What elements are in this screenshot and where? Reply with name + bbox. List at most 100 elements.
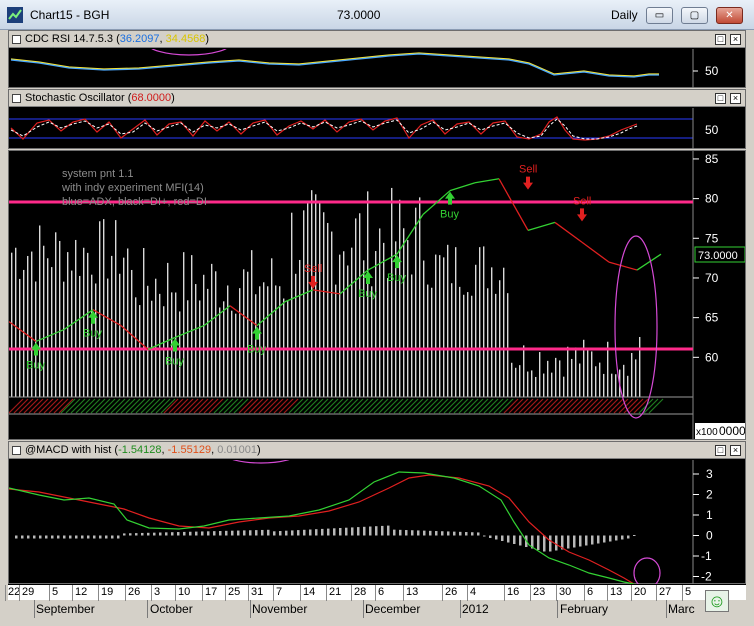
volume-bar	[467, 292, 469, 397]
month-label: 2012	[462, 602, 489, 616]
date-tick	[682, 585, 683, 601]
month-separator	[666, 600, 667, 618]
macd-hist-bar	[153, 532, 156, 536]
date-tick	[442, 585, 443, 601]
macd-hist-bar	[309, 529, 312, 536]
rsi-value-1: 36.2097	[119, 33, 160, 45]
macd-hist-bar	[39, 535, 42, 539]
pane-close-icon[interactable]: ×	[730, 34, 741, 45]
price-pane[interactable]: Buy Buy Buy Buy Sell Buy Buy Buy Sell Sell 85 80 75…	[8, 150, 746, 440]
macd-hist-bar	[357, 527, 360, 536]
date-tick-label: 27	[659, 586, 672, 598]
smiley-icon[interactable]: ☺	[705, 590, 729, 612]
sell-arrow-icon	[523, 176, 533, 190]
volume-bar	[271, 258, 273, 397]
month-label: December	[365, 602, 421, 616]
volume-bar	[67, 252, 69, 397]
macd-hist-bar	[453, 531, 456, 536]
volume-bar	[391, 187, 393, 397]
date-tick-label: 26	[128, 586, 141, 598]
svg-text:Sell: Sell	[519, 164, 537, 176]
stochastic-pane[interactable]: Stochastic Oscillator (68.0000) □ × 50	[8, 89, 746, 149]
macd-pane[interactable]: @MACD with hist (-1.54128, -1.55129, 0.0…	[8, 441, 746, 584]
macd-hist-bar	[459, 531, 462, 536]
volume-bar	[159, 293, 161, 397]
period-label[interactable]: Daily	[611, 8, 638, 22]
month-axis: September October November December 2012 Febr…	[8, 600, 746, 618]
pane-menu-icon[interactable]	[12, 94, 21, 103]
volume-bar	[191, 255, 193, 397]
macd-hist-bar	[633, 535, 636, 536]
macd-histogram	[15, 525, 636, 552]
svg-text:Buy: Buy	[440, 209, 459, 221]
volume-bar	[439, 255, 441, 397]
macd-hist-bar	[261, 529, 264, 536]
restore-button[interactable]: ▢	[681, 7, 708, 24]
volume-bar	[475, 264, 477, 397]
volume-bar	[155, 278, 157, 397]
svg-text:Buy: Buy	[165, 355, 184, 367]
volume-bar	[11, 252, 13, 397]
date-tick	[5, 585, 6, 601]
volume-bar	[431, 287, 433, 397]
macd-hist-bar	[255, 530, 258, 536]
pane-maximize-icon[interactable]: □	[715, 445, 726, 456]
macd-hist-bar	[615, 535, 618, 541]
pane-close-icon[interactable]: ×	[730, 445, 741, 456]
volume-bar	[351, 247, 353, 397]
macd-hist-bar	[597, 535, 600, 544]
macd-hist-bar	[123, 533, 126, 536]
date-tick-label: 6	[587, 586, 594, 598]
macd-axis-label: 0	[706, 529, 713, 543]
trend-band	[9, 398, 693, 415]
macd-hist-bar	[129, 533, 132, 536]
volume-bar	[523, 345, 525, 397]
macd-hist-bar	[621, 535, 624, 540]
macd-hist-bar	[291, 530, 294, 536]
macd-hist-bar	[207, 531, 210, 536]
volume-bar	[307, 201, 309, 397]
macd-hist-bar	[375, 526, 378, 536]
volume-bar	[235, 313, 237, 397]
close-button[interactable]: ✕	[716, 7, 743, 24]
volume-bar	[291, 212, 293, 397]
macd-pane-header: @MACD with hist (-1.54128, -1.55129, 0.0…	[9, 442, 745, 459]
macd-hist-bar	[603, 535, 606, 543]
volume-bar	[243, 269, 245, 397]
pane-maximize-icon[interactable]: □	[715, 93, 726, 104]
pane-close-icon[interactable]: ×	[730, 93, 741, 104]
minimize-button[interactable]: ▭	[646, 7, 673, 24]
price-segment	[608, 261, 638, 271]
volume-bar	[611, 373, 613, 397]
macd-hist-bar	[351, 527, 354, 536]
pane-menu-icon[interactable]	[12, 35, 21, 44]
rsi-pane[interactable]: CDC RSI 14.7.5.3 (36.2097, 34.4568) □ × …	[8, 30, 746, 88]
macd-hist-bar	[177, 532, 180, 536]
stochastic-k-line	[10, 116, 638, 141]
macd-hist-bar	[447, 531, 450, 536]
macd-axis-label: -2	[701, 570, 712, 584]
volume-bar	[443, 257, 445, 397]
volume-bar	[75, 239, 77, 397]
volume-bar	[539, 352, 541, 397]
macd-hist-bar	[243, 530, 246, 536]
macd-hist-bar	[579, 535, 582, 547]
volume-bar	[143, 248, 145, 397]
pane-menu-icon[interactable]	[12, 446, 21, 455]
date-tick	[72, 585, 73, 601]
pane-maximize-icon[interactable]: □	[715, 34, 726, 45]
date-tick	[656, 585, 657, 601]
volume-bar	[103, 219, 105, 397]
volume-bar	[219, 307, 221, 397]
macd-hist-bar	[237, 530, 240, 536]
macd-hist-bar	[501, 535, 504, 541]
volume-bar	[371, 286, 373, 397]
month-label: November	[252, 602, 308, 616]
macd-hist-bar	[189, 531, 192, 536]
volume-bar	[331, 231, 333, 397]
volume-bar	[543, 373, 545, 397]
date-tick-label: 3	[154, 586, 161, 598]
macd-hist-bar	[141, 532, 144, 536]
macd-axis-label: 1	[706, 508, 713, 522]
rsi-axis-50: 50	[705, 64, 719, 78]
